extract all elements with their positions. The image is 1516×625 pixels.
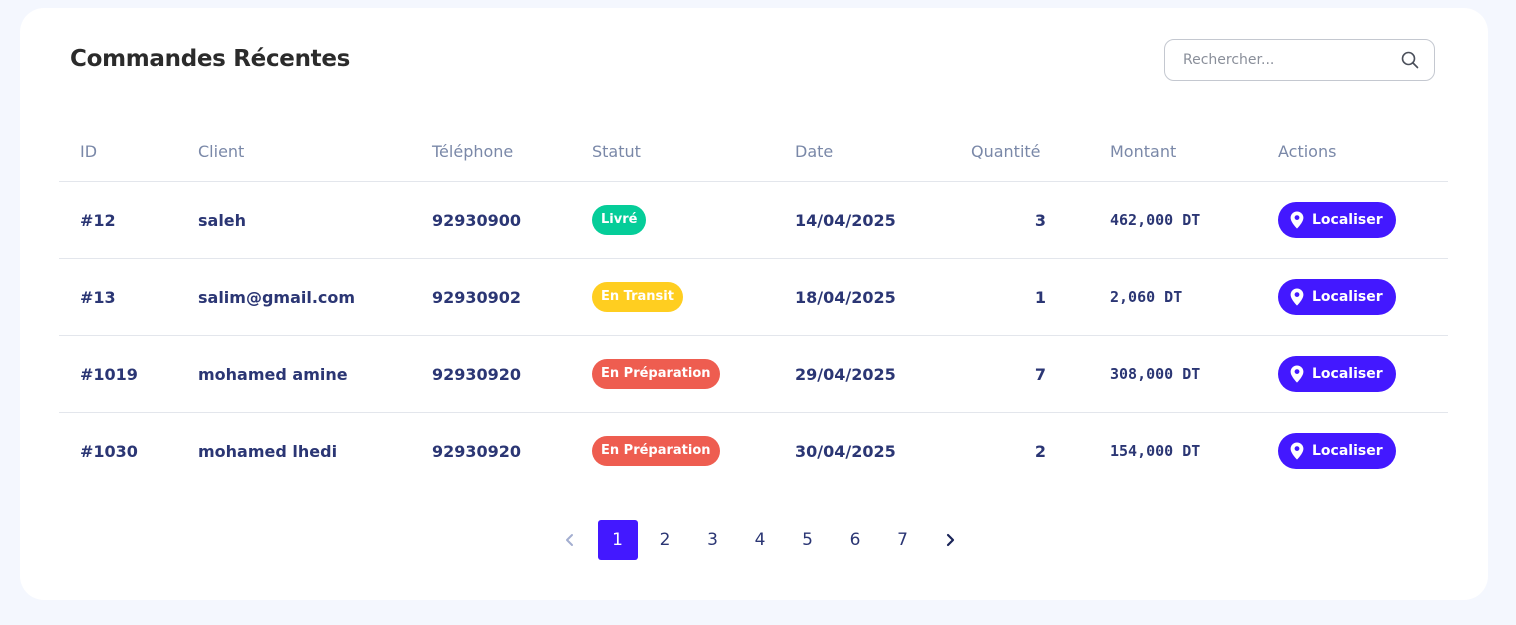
status-cell: Livré <box>592 181 795 259</box>
phone-number: 92930920 <box>432 335 592 413</box>
column-header-id[interactable]: ID <box>59 122 198 182</box>
localiser-button[interactable]: Localiser <box>1278 433 1396 469</box>
page-button-2[interactable]: 2 <box>645 520 685 560</box>
quantity: 1 <box>971 258 1110 336</box>
column-header-status[interactable]: Statut <box>592 122 795 182</box>
table-row[interactable]: #12 saleh 92930900 Livré 14/04/2025 3 46… <box>59 181 1448 259</box>
phone-number: 92930920 <box>432 441 522 461</box>
pagination: 1234567 <box>550 520 978 560</box>
client-name: mohamed lhedi <box>198 441 338 461</box>
search-box[interactable] <box>1164 39 1435 81</box>
amount: 308,000 DT <box>1110 335 1278 413</box>
quantity: 2 <box>1034 441 1047 461</box>
status-badge: En Transit <box>592 282 683 312</box>
order-date: 29/04/2025 <box>795 335 971 413</box>
map-pin-icon <box>1290 211 1304 229</box>
column-header-quantity[interactable]: Quantité <box>971 122 1110 182</box>
localiser-label: Localiser <box>1312 212 1383 228</box>
column-header-actions: Actions <box>1278 122 1448 182</box>
phone-number: 92930902 <box>432 258 592 336</box>
localiser-label: Localiser <box>1312 289 1383 305</box>
orders-card: Commandes Récentes ID Client Téléphone S… <box>20 8 1488 600</box>
page-button-5[interactable]: 5 <box>788 520 828 560</box>
table-header-row: ID Client Téléphone Statut Date Quantité… <box>59 122 1448 182</box>
search-icon[interactable] <box>1400 50 1420 70</box>
page-button-4[interactable]: 4 <box>740 520 780 560</box>
localiser-button[interactable]: Localiser <box>1278 356 1396 392</box>
client-name: mohamed amine <box>198 335 432 413</box>
client-name: salim@gmail.com <box>198 258 432 336</box>
chevron-right-icon[interactable] <box>930 520 970 560</box>
column-header-client[interactable]: Client <box>198 122 432 182</box>
status-badge: Livré <box>592 205 647 235</box>
column-header-amount[interactable]: Montant <box>1110 122 1278 182</box>
map-pin-icon <box>1290 365 1304 383</box>
page-title: Commandes Récentes <box>70 46 351 72</box>
localiser-label: Localiser <box>1312 366 1383 382</box>
order-id: #1030 <box>80 441 138 461</box>
client-name: saleh <box>198 181 432 259</box>
phone-number: 92930900 <box>432 181 592 259</box>
actions-cell: Localiser <box>1278 335 1448 413</box>
status-cell: En Préparation <box>592 335 795 413</box>
map-pin-icon <box>1290 288 1304 306</box>
map-pin-icon <box>1290 442 1304 460</box>
order-date: 18/04/2025 <box>795 258 971 336</box>
orders-table: ID Client Téléphone Statut Date Quantité… <box>59 122 1448 489</box>
page-button-7[interactable]: 7 <box>883 520 923 560</box>
status-badge: En Préparation <box>592 359 720 389</box>
order-date: 30/04/2025 <box>795 441 896 461</box>
actions-cell: Localiser <box>1278 258 1448 336</box>
actions-cell: Localiser <box>1278 413 1448 490</box>
order-id: #1019 <box>59 335 198 413</box>
amount: 154,000 DT <box>1110 442 1201 460</box>
localiser-button[interactable]: Localiser <box>1278 202 1396 238</box>
table-row[interactable]: #1019 mohamed amine 92930920 En Préparat… <box>59 335 1448 413</box>
status-cell: En Préparation <box>592 413 795 490</box>
table-row[interactable]: #1030 mohamed lhedi 92930920 En Préparat… <box>59 413 1448 490</box>
order-date: 14/04/2025 <box>795 181 971 259</box>
order-id: #13 <box>59 258 198 336</box>
order-id: #12 <box>59 181 198 259</box>
status-cell: En Transit <box>592 258 795 336</box>
localiser-label: Localiser <box>1312 443 1383 459</box>
search-input[interactable] <box>1181 51 1400 69</box>
quantity: 7 <box>971 335 1110 413</box>
page-button-3[interactable]: 3 <box>693 520 733 560</box>
column-header-phone[interactable]: Téléphone <box>432 122 592 182</box>
amount: 2,060 DT <box>1110 258 1278 336</box>
column-header-date[interactable]: Date <box>795 122 971 182</box>
localiser-button[interactable]: Localiser <box>1278 279 1396 315</box>
page-button-1[interactable]: 1 <box>597 520 638 560</box>
actions-cell: Localiser <box>1278 181 1448 259</box>
table-row[interactable]: #13 salim@gmail.com 92930902 En Transit … <box>59 258 1448 336</box>
quantity: 3 <box>971 181 1110 259</box>
amount: 462,000 DT <box>1110 181 1278 259</box>
page-button-6[interactable]: 6 <box>835 520 875 560</box>
chevron-left-icon[interactable] <box>550 520 590 560</box>
status-badge: En Préparation <box>592 436 720 466</box>
